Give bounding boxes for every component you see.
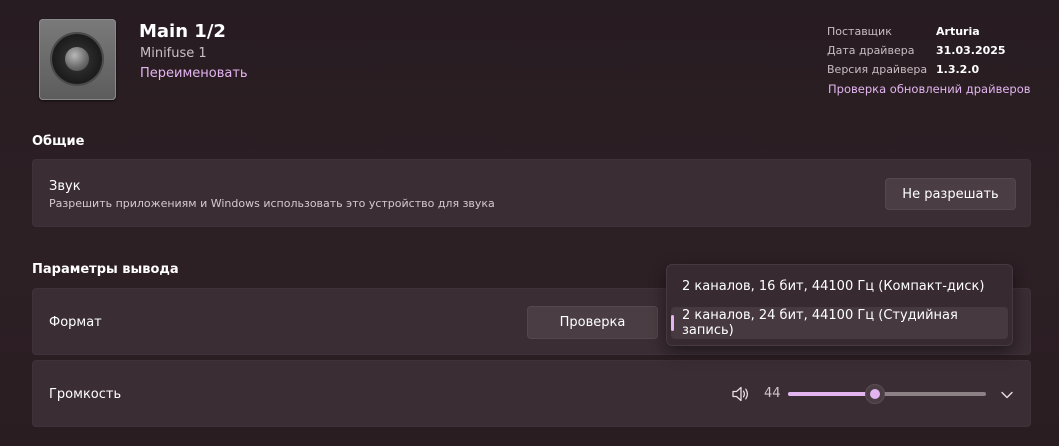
rename-link[interactable]: Переименовать [140, 66, 248, 81]
volume-slider[interactable] [788, 392, 986, 396]
format-option-cd[interactable]: 2 каналов, 16 бит, 44100 Гц (Компакт-дис… [671, 270, 1008, 302]
device-subtitle: Minifuse 1 [140, 46, 207, 61]
volume-label: Громкость [49, 387, 122, 402]
volume-slider-thumb-dot [870, 389, 881, 399]
vendor-value: Arturia [936, 25, 980, 38]
device-speaker-icon [39, 19, 116, 100]
driver-version-label: Версия драйвера [827, 63, 928, 76]
check-driver-updates-link[interactable]: Проверка обновлений драйверов [828, 82, 1031, 96]
sound-description: Разрешить приложениям и Windows использо… [49, 197, 495, 210]
speaker-dustcap [65, 47, 89, 71]
speaker-volume-icon[interactable] [731, 385, 751, 403]
driver-date-label: Дата драйвера [827, 44, 915, 57]
disallow-button[interactable]: Не разрешать [885, 178, 1016, 210]
volume-value: 44 [764, 386, 781, 401]
sound-label: Звук [49, 179, 81, 194]
volume-slider-thumb[interactable] [865, 384, 886, 404]
format-option-label: 2 каналов, 16 бит, 44100 Гц (Компакт-дис… [682, 278, 985, 294]
format-option-studio[interactable]: 2 каналов, 24 бит, 44100 Гц (Студийная з… [671, 307, 1008, 339]
driver-date-value: 31.03.2025 [936, 44, 1006, 57]
vendor-label: Поставщик [827, 25, 892, 38]
selected-indicator [671, 315, 674, 331]
volume-slider-fill [788, 392, 876, 396]
general-section-title: Общие [32, 134, 85, 149]
sound-card: Звук Разрешить приложениям и Windows исп… [32, 159, 1031, 227]
format-option-label: 2 каналов, 24 бит, 44100 Гц (Студийная з… [682, 308, 958, 338]
chevron-down-icon[interactable] [999, 387, 1015, 401]
speaker-cone [52, 34, 102, 84]
test-button[interactable]: Проверка [527, 306, 658, 339]
device-title: Main 1/2 [139, 21, 226, 42]
output-section-title: Параметры вывода [32, 262, 179, 277]
format-label: Формат [49, 315, 102, 330]
format-dropdown-menu: 2 каналов, 16 бит, 44100 Гц (Компакт-дис… [666, 264, 1013, 346]
driver-version-value: 1.3.2.0 [936, 63, 980, 76]
